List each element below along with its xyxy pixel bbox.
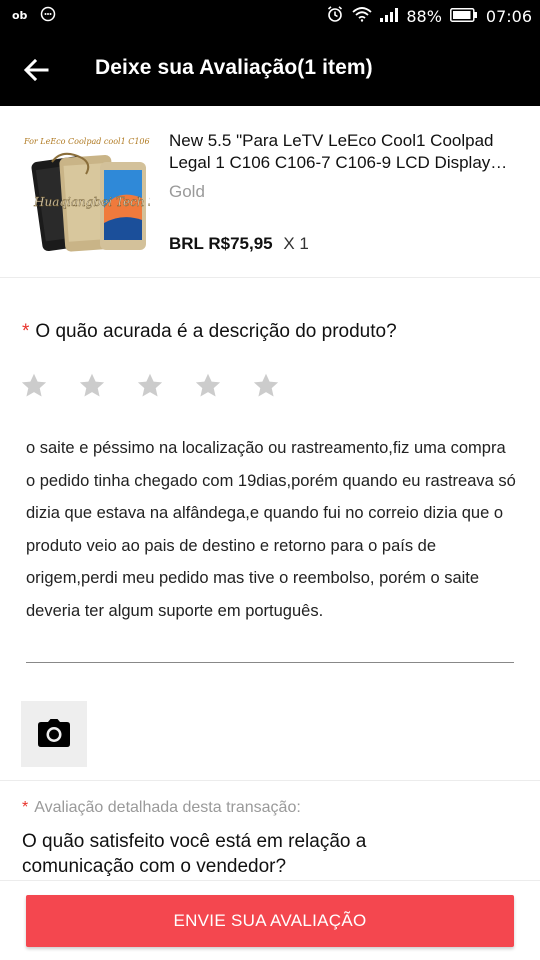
alarm-icon [326, 5, 344, 27]
product-title[interactable]: New 5.5 "Para LeTV LeEco Cool1 Coolpad L… [169, 130, 519, 174]
rating-question: * O quão acurada é a descrição do produto… [22, 321, 397, 343]
camera-icon [38, 719, 70, 747]
thumb-watermark-text: Huaqiangbei Tech 3C [33, 195, 150, 209]
rating-question-text: O quão acurada é a descrição do produto? [35, 321, 397, 342]
svg-text:ob: ob [12, 9, 28, 22]
seller-communication-question: O quão satisfeito você está em relação a… [22, 831, 367, 877]
star-3-icon[interactable] [136, 372, 164, 400]
star-rating [20, 372, 280, 400]
product-quantity: X 1 [283, 234, 309, 253]
status-right-icons: 88% 07:06 [326, 5, 532, 27]
add-photo-button[interactable] [21, 701, 87, 767]
star-4-icon[interactable] [194, 372, 222, 400]
bottom-bar: ENVIE SUA AVALIAÇÃO [0, 880, 540, 960]
detail-rating-label: * Avaliação detalhada desta transação: [22, 799, 301, 817]
message-icon [40, 6, 56, 27]
product-variant: Gold [169, 182, 205, 201]
product-price-row: BRL R$75,95 X 1 [169, 234, 309, 254]
star-2-icon[interactable] [78, 372, 106, 400]
required-mark: * [22, 321, 30, 342]
star-1-icon[interactable] [20, 372, 48, 400]
app-bar: Deixe sua Avaliação(1 item) [0, 32, 540, 106]
signal-icon [380, 7, 399, 26]
product-card: For LeEco Coolpad cool1 C106 Huaqiangbei… [0, 106, 540, 278]
star-5-icon[interactable] [252, 372, 280, 400]
back-button[interactable] [22, 56, 50, 84]
battery-percent: 88% [406, 6, 442, 26]
review-textarea[interactable]: o saite e péssimo na localização ou rast… [26, 432, 516, 627]
product-image[interactable]: For LeEco Coolpad cool1 C106 Huaqiangbei… [22, 128, 165, 256]
thumb-overlay-text: For LeEco Coolpad cool1 C106 [23, 137, 150, 146]
wifi-icon [352, 6, 372, 26]
section-divider [0, 780, 540, 781]
status-time: 07:06 [485, 6, 532, 26]
review-underline [26, 662, 514, 663]
notification-icon: ob [12, 7, 32, 27]
status-left-icons: ob [12, 6, 56, 27]
detail-rating-label-text: Avaliação detalhada desta transação: [34, 799, 301, 816]
status-bar: ob 88% 07:06 [0, 0, 540, 32]
page-title: Deixe sua Avaliação(1 item) [95, 56, 373, 79]
product-price: BRL R$75,95 [169, 234, 273, 253]
arrow-left-icon [23, 58, 49, 82]
battery-icon [449, 7, 478, 26]
required-mark: * [22, 799, 29, 816]
submit-review-button[interactable]: ENVIE SUA AVALIAÇÃO [26, 895, 514, 947]
